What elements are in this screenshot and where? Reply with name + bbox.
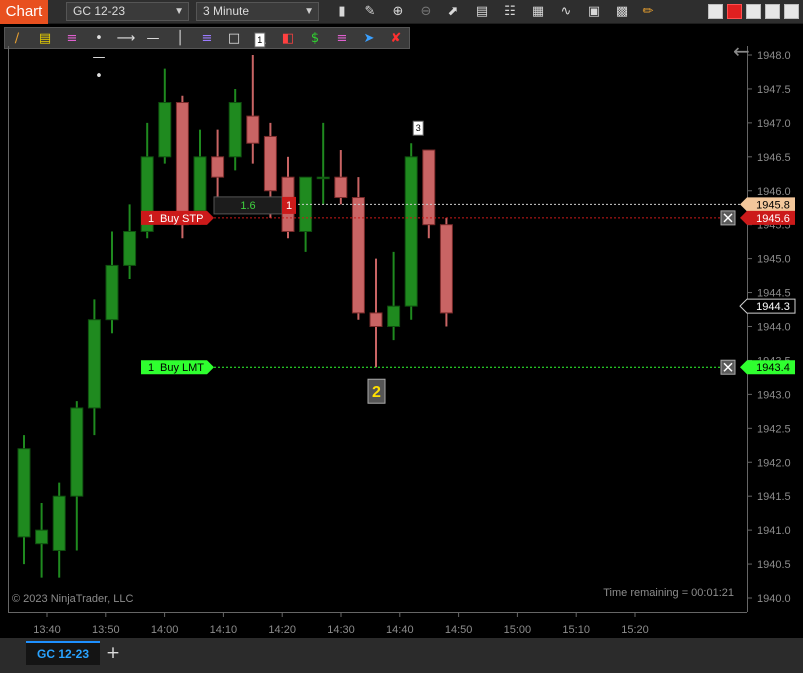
- y-tick-label: 1941.5: [757, 491, 791, 503]
- templates-icon[interactable]: ∿: [557, 3, 575, 21]
- trade-marker-label: 1: [257, 35, 262, 45]
- y-tick-label: 1942.0: [757, 457, 791, 469]
- draw-icon[interactable]: ✎: [361, 3, 379, 21]
- interval-value: 3 Minute: [203, 4, 250, 18]
- app-name: Chart: [0, 0, 48, 24]
- buy-stp-qty: 1: [148, 213, 154, 225]
- x-tick-label: 13:50: [92, 624, 120, 636]
- buy-lmt-price: 1943.4: [756, 362, 790, 374]
- candle-body[interactable]: [404, 156, 418, 307]
- candle-body[interactable]: [175, 102, 189, 226]
- candle-body[interactable]: [369, 312, 383, 327]
- x-tick-label: 14:10: [210, 624, 238, 636]
- bar-style-icon[interactable]: ▮: [333, 3, 351, 21]
- candle-body[interactable]: [439, 224, 453, 314]
- candle-body[interactable]: [316, 176, 330, 180]
- y-tick-label: 1943.0: [757, 389, 791, 401]
- y-tick-label: 1946.5: [757, 152, 791, 164]
- maximize-icon[interactable]: [746, 4, 761, 19]
- x-tick-label: 14:30: [327, 624, 355, 636]
- candle-body[interactable]: [334, 176, 348, 199]
- popout-icon[interactable]: [784, 4, 799, 19]
- candle-body[interactable]: [123, 230, 137, 266]
- y-tick-label: 1946.0: [757, 186, 791, 198]
- price-chart[interactable]: 1948.01947.51947.01946.51946.01945.51945…: [0, 24, 803, 638]
- title-bar: Chart GC 12-23 ▼ 3 Minute ▼ ▮ ✎ ⊕ ⊖ ⬈ ▤ …: [0, 0, 803, 24]
- candle-body[interactable]: [263, 135, 277, 192]
- tab-bar: GC 12-23 +: [0, 638, 803, 673]
- pencil-icon[interactable]: ✏: [639, 3, 657, 21]
- candle-body[interactable]: [351, 197, 365, 314]
- indicators-icon[interactable]: ☷: [501, 3, 519, 21]
- properties-icon[interactable]: ▤: [473, 3, 491, 21]
- y-tick-label: 1948.0: [757, 50, 791, 62]
- candle-body[interactable]: [246, 115, 260, 144]
- candle-body[interactable]: [387, 305, 401, 328]
- y-tick-label: 1944.5: [757, 288, 791, 300]
- chevron-down-icon: ▼: [174, 6, 184, 17]
- add-tab-icon[interactable]: +: [103, 643, 123, 663]
- x-tick-label: 15:20: [621, 624, 649, 636]
- candle-body[interactable]: [193, 156, 207, 212]
- candle-body[interactable]: [70, 407, 84, 497]
- buy-stp-price: 1945.6: [756, 213, 790, 225]
- back-arrow-icon[interactable]: ←: [733, 39, 750, 63]
- candle-body[interactable]: [158, 102, 172, 158]
- candle-body[interactable]: [299, 176, 313, 232]
- y-tick-label: 1940.0: [757, 593, 791, 605]
- position-qty-value: 1: [286, 200, 292, 212]
- y-tick-label: 1944.0: [757, 322, 791, 334]
- time-remaining-text: Time remaining = 00:01:21: [603, 587, 734, 599]
- y-tick-label: 1941.0: [757, 525, 791, 537]
- x-tick-label: 13:40: [33, 624, 61, 636]
- buy-lmt-qty: 1: [148, 362, 154, 374]
- candle-body[interactable]: [35, 529, 49, 545]
- tab-instrument[interactable]: GC 12-23: [26, 641, 100, 665]
- last-price-label: 1945.8: [756, 199, 790, 211]
- x-tick-label: 14:40: [386, 624, 414, 636]
- close-window-icon[interactable]: [727, 4, 742, 19]
- candle-body[interactable]: [52, 495, 66, 551]
- chart-panel[interactable]: ∕ ▤ ≡ •—• ⟶ — │ ≡ □ △ ◧ $ ≡ ➤ ✘ 1948.019…: [0, 24, 803, 638]
- x-tick-label: 14:00: [151, 624, 179, 636]
- copyright-text: © 2023 NinjaTrader, LLC: [12, 593, 133, 605]
- y-tick-label: 1947.0: [757, 118, 791, 130]
- minimize-icon[interactable]: [708, 4, 723, 19]
- buy-stp-label: Buy STP: [160, 213, 203, 225]
- x-tick-label: 15:00: [504, 624, 532, 636]
- candle-body[interactable]: [17, 448, 31, 538]
- data-box-icon[interactable]: ▩: [613, 3, 631, 21]
- instrument-value: GC 12-23: [73, 4, 126, 18]
- interval-selector[interactable]: 3 Minute ▼: [196, 2, 319, 21]
- x-tick-label: 14:20: [268, 624, 296, 636]
- pointer-icon[interactable]: ⬈: [444, 3, 462, 21]
- y-tick-label: 1947.5: [757, 84, 791, 96]
- y-tick-label: 1940.5: [757, 559, 791, 571]
- zoom-in-icon[interactable]: ⊕: [389, 3, 407, 21]
- strategies-icon[interactable]: ▦: [529, 3, 547, 21]
- x-tick-label: 15:10: [562, 624, 590, 636]
- zoom-out-icon[interactable]: ⊖: [417, 3, 435, 21]
- position-pnl-value: 1.6: [240, 200, 255, 212]
- trade-marker-label: 3: [416, 123, 421, 133]
- chevron-down-icon: ▼: [304, 6, 314, 17]
- instrument-selector[interactable]: GC 12-23 ▼: [66, 2, 189, 21]
- candle-body[interactable]: [422, 149, 436, 226]
- candle-body[interactable]: [87, 319, 101, 409]
- y-tick-label: 1945.0: [757, 254, 791, 266]
- buy-lmt-label: Buy LMT: [160, 362, 204, 374]
- x-tick-label: 14:50: [445, 624, 473, 636]
- candle-body[interactable]: [228, 102, 242, 158]
- y-tick-label: 1942.5: [757, 423, 791, 435]
- candle-body[interactable]: [211, 156, 225, 178]
- trade-marker-label: 2: [372, 384, 381, 401]
- tools-icon[interactable]: ▣: [585, 3, 603, 21]
- restore-icon[interactable]: [765, 4, 780, 19]
- cursor-price-label: 1944.3: [756, 301, 790, 313]
- candle-body[interactable]: [105, 264, 119, 321]
